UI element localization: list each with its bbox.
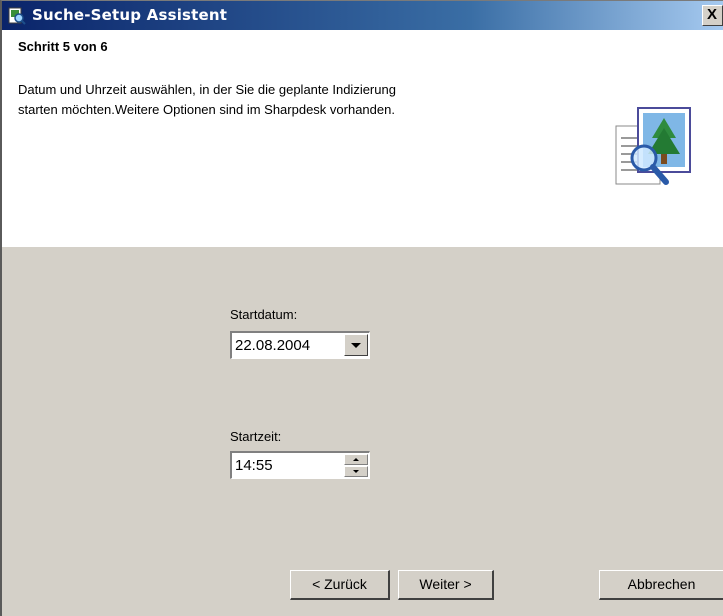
back-button[interactable]: < Zurück [290,570,390,600]
title-bar[interactable]: Suche-Setup Assistent X [2,1,723,30]
time-decrement-button[interactable] [344,466,368,477]
time-increment-button[interactable] [344,454,368,465]
date-dropdown-button[interactable] [344,334,368,356]
start-date-value[interactable]: 22.08.2004 [235,337,310,354]
start-time-label: Startzeit: [230,429,282,444]
chevron-down-icon [353,470,359,473]
search-app-icon [8,7,26,25]
close-button[interactable]: X [702,5,723,26]
document-magnifier-icon [615,107,691,185]
setup-wizard-window: Suche-Setup Assistent X Schritt 5 von 6 … [0,0,723,616]
step-description: Datum und Uhrzeit auswählen, in der Sie … [18,80,598,120]
chevron-down-icon [351,343,361,348]
next-button[interactable]: Weiter > [398,570,494,600]
chevron-up-icon [353,458,359,461]
time-spinner[interactable] [344,454,368,477]
cancel-button[interactable]: Abbrechen [599,570,723,600]
start-time-picker[interactable]: 14:55 [230,451,370,479]
description-line-1: Datum und Uhrzeit auswählen, in der Sie … [18,82,396,97]
window-title: Suche-Setup Assistent [32,6,228,24]
step-indicator: Schritt 5 von 6 [18,39,108,54]
start-date-label: Startdatum: [230,307,298,322]
description-line-2: starten möchten.Weitere Optionen sind im… [18,102,395,117]
start-time-value[interactable]: 14:55 [235,457,273,474]
start-date-picker[interactable]: 22.08.2004 [230,331,370,359]
